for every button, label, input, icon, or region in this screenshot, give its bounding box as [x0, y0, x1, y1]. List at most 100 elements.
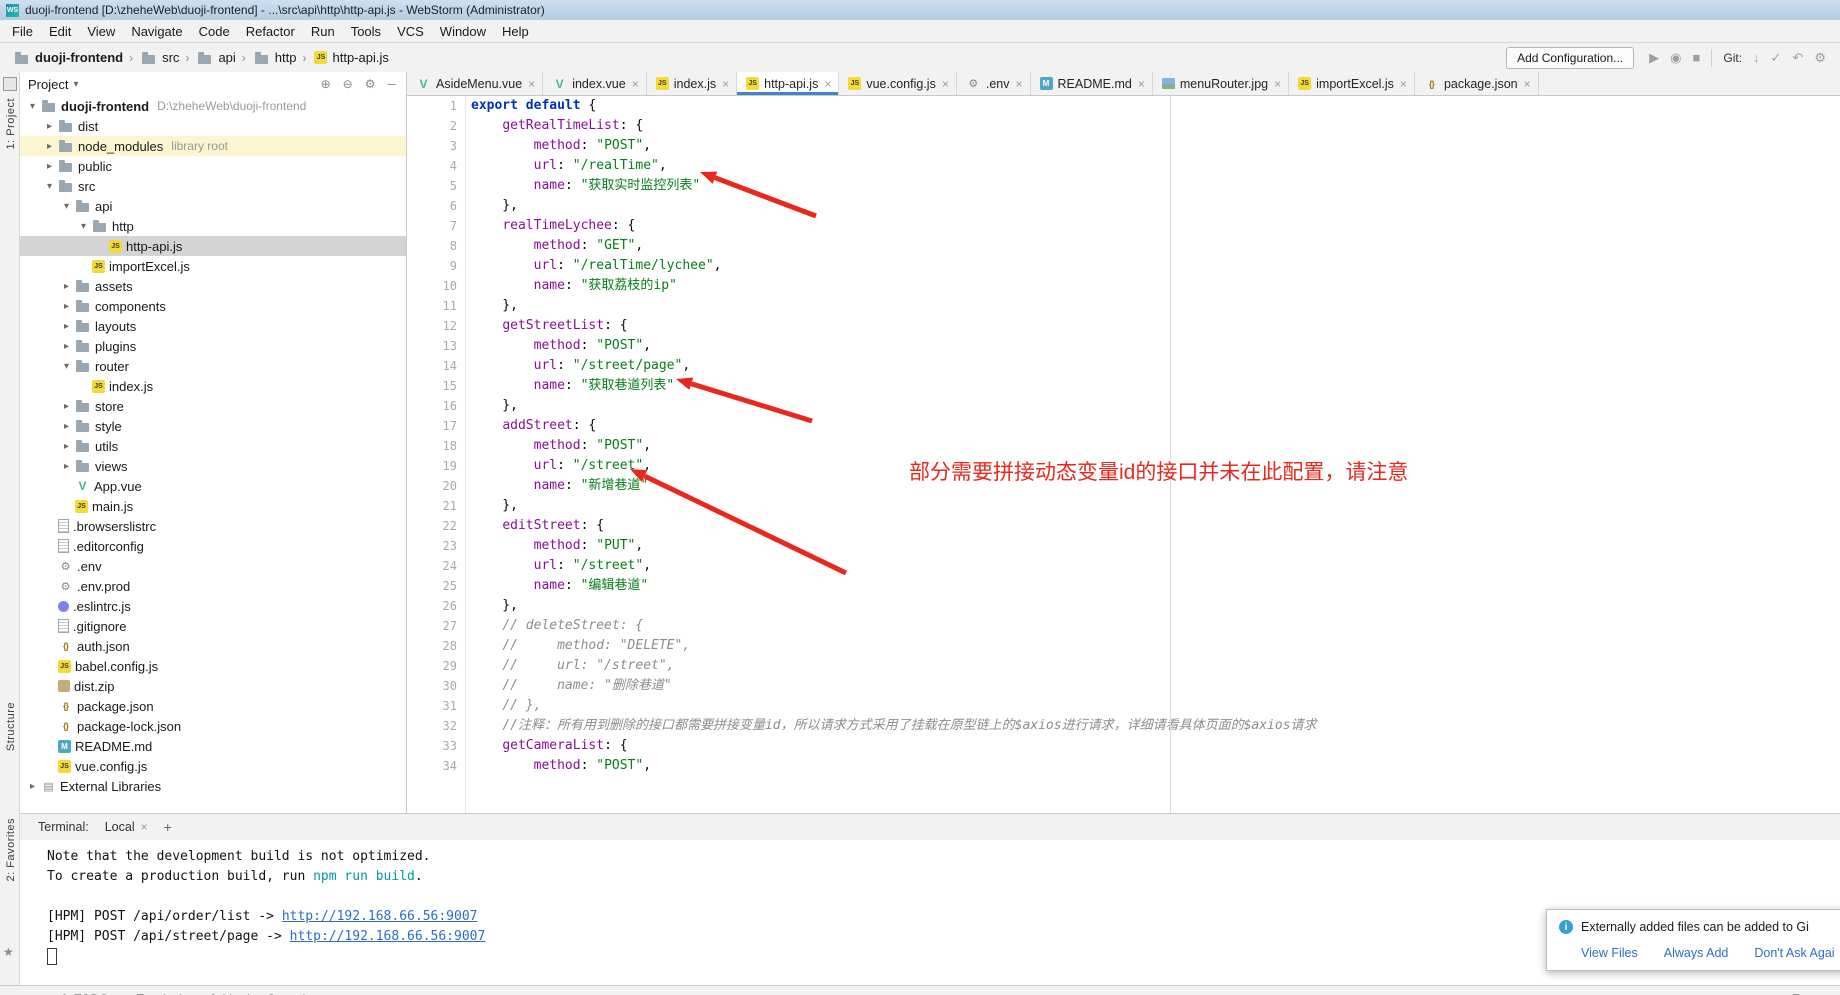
line-number[interactable]: 23	[407, 536, 457, 556]
tool-button-project[interactable]: 1: Project	[2, 98, 17, 149]
terminal-tab-local[interactable]: Local ×	[105, 820, 148, 834]
tree-item-src[interactable]: ▾src	[20, 176, 406, 196]
line-number[interactable]: 28	[407, 636, 457, 656]
tree-item-main.js[interactable]: JSmain.js	[20, 496, 406, 516]
tab-importExcel.js[interactable]: JSimportExcel.js×	[1289, 72, 1415, 95]
code-line[interactable]: url: "/realTime",	[471, 156, 1317, 176]
line-number[interactable]: 13	[407, 336, 457, 356]
menu-navigate[interactable]: Navigate	[123, 24, 190, 39]
tree-item-style[interactable]: ▸style	[20, 416, 406, 436]
tree-item-http[interactable]: ▾http	[20, 216, 406, 236]
breadcrumb-duoji-frontend[interactable]: duoji-frontend	[10, 50, 125, 65]
tree-item-importExcel.js[interactable]: JSimportExcel.js	[20, 256, 406, 276]
chevron-right-icon[interactable]: ▸	[60, 321, 73, 332]
tree-item-package-lock.json[interactable]: {}package-lock.json	[20, 716, 406, 736]
tree-item-auth.json[interactable]: {}auth.json	[20, 636, 406, 656]
line-number[interactable]: 32	[407, 716, 457, 736]
code-line[interactable]: method: "GET",	[471, 236, 1317, 256]
stop-icon[interactable]: ■	[1693, 50, 1701, 65]
code-line[interactable]: export default {	[471, 96, 1317, 116]
chevron-down-icon[interactable]: ▾	[73, 79, 78, 90]
close-tab-icon[interactable]: ×	[942, 77, 949, 91]
menu-window[interactable]: Window	[432, 24, 494, 39]
chevron-down-icon[interactable]: ▾	[77, 221, 90, 232]
tree-item-.eslintrc.js[interactable]: .eslintrc.js	[20, 596, 406, 616]
chevron-right-icon[interactable]: ▸	[43, 141, 56, 152]
menu-vcs[interactable]: VCS	[389, 24, 432, 39]
code-line[interactable]: },	[471, 596, 1317, 616]
line-number[interactable]: 6	[407, 196, 457, 216]
tool-button-structure[interactable]: Structure	[2, 702, 17, 751]
tab-http-api.js[interactable]: JShttp-api.js×	[737, 72, 839, 95]
line-number[interactable]: 33	[407, 736, 457, 756]
tree-item-babel.config.js[interactable]: JSbabel.config.js	[20, 656, 406, 676]
close-tab-icon[interactable]: ×	[1400, 77, 1407, 91]
code-line[interactable]: //注释：所有用到删除的接口都需要拼接变量id，所以请求方式采用了挂载在原型链上…	[471, 716, 1317, 736]
close-tab-icon[interactable]: ×	[1138, 77, 1145, 91]
chevron-right-icon[interactable]: ▸	[60, 301, 73, 312]
close-tab-icon[interactable]: ×	[528, 77, 535, 91]
tab-.env[interactable]: ⚙.env×	[957, 72, 1031, 95]
tab-vue.config.js[interactable]: JSvue.config.js×	[839, 72, 957, 95]
close-terminal-tab-icon[interactable]: ×	[141, 820, 148, 834]
tree-item-dist[interactable]: ▸dist	[20, 116, 406, 136]
line-number[interactable]: 25	[407, 576, 457, 596]
tree-item-package.json[interactable]: {}package.json	[20, 696, 406, 716]
favorites-star-icon[interactable]: ★	[3, 945, 14, 959]
line-number[interactable]: 4	[407, 156, 457, 176]
menu-refactor[interactable]: Refactor	[238, 24, 303, 39]
line-number[interactable]: 1	[407, 96, 457, 116]
code-line[interactable]: name: "获取荔枝的ip"	[471, 276, 1317, 296]
chevron-right-icon[interactable]: ▸	[60, 441, 73, 452]
code-line[interactable]: // method: "DELETE",	[471, 636, 1317, 656]
tree-item-index.js[interactable]: JSindex.js	[20, 376, 406, 396]
debug-icon[interactable]: ◉	[1670, 50, 1681, 66]
code-line[interactable]: },	[471, 196, 1317, 216]
tree-item-layouts[interactable]: ▸layouts	[20, 316, 406, 336]
tree-item-assets[interactable]: ▸assets	[20, 276, 406, 296]
code-line[interactable]: name: "获取实时监控列表"	[471, 176, 1317, 196]
code-line[interactable]: name: "获取巷道列表"	[471, 376, 1317, 396]
breadcrumb-api[interactable]: api	[193, 50, 237, 65]
code-line[interactable]: },	[471, 396, 1317, 416]
line-number[interactable]: 18	[407, 436, 457, 456]
menu-code[interactable]: Code	[191, 24, 238, 39]
code-line[interactable]: method: "POST",	[471, 136, 1317, 156]
code-line[interactable]: realTimeLychee: {	[471, 216, 1317, 236]
tab-index.vue[interactable]: Vindex.vue×	[543, 72, 647, 95]
chevron-right-icon[interactable]: ▸	[60, 401, 73, 412]
line-number[interactable]: 11	[407, 296, 457, 316]
tree-item-README.md[interactable]: MREADME.md	[20, 736, 406, 756]
panel-settings-icon[interactable]: ⚙	[365, 77, 376, 91]
line-number[interactable]: 19	[407, 456, 457, 476]
code-line[interactable]: editStreet: {	[471, 516, 1317, 536]
line-number[interactable]: 9	[407, 256, 457, 276]
tab-README.md[interactable]: MREADME.md×	[1031, 72, 1153, 95]
code-line[interactable]: url: "/street/page",	[471, 356, 1317, 376]
code-line[interactable]: // deleteStreet: {	[471, 616, 1317, 636]
line-number[interactable]: 20	[407, 476, 457, 496]
notification-action-always-add[interactable]: Always Add	[1664, 946, 1729, 960]
terminal-link[interactable]: http://192.168.66.56:9007	[290, 929, 486, 944]
code-line[interactable]: method: "PUT",	[471, 536, 1317, 556]
line-number[interactable]: 5	[407, 176, 457, 196]
git-update-icon[interactable]: ↓	[1753, 50, 1760, 65]
code-line[interactable]: },	[471, 296, 1317, 316]
tree-item-.env[interactable]: ⚙.env	[20, 556, 406, 576]
notification-action-don-t-ask-agai[interactable]: Don't Ask Agai	[1754, 946, 1834, 960]
tree-item-App.vue[interactable]: VApp.vue	[20, 476, 406, 496]
tree-item-api[interactable]: ▾api	[20, 196, 406, 216]
line-number[interactable]: 14	[407, 356, 457, 376]
breadcrumb-http-api.js[interactable]: JShttp-api.js	[310, 50, 390, 65]
line-number[interactable]: 7	[407, 216, 457, 236]
chevron-right-icon[interactable]: ▸	[60, 421, 73, 432]
line-number[interactable]: 24	[407, 556, 457, 576]
settings-gear-icon[interactable]: ⚙	[1814, 50, 1826, 66]
hide-panel-icon[interactable]: ─	[387, 77, 396, 91]
tree-item-.browserslistrc[interactable]: .browserslistrc	[20, 516, 406, 536]
tree-item-duoji-frontend[interactable]: ▾duoji-frontendD:\zheheWeb\duoji-fronten…	[20, 96, 406, 116]
line-number[interactable]: 12	[407, 316, 457, 336]
code-line[interactable]: method: "POST",	[471, 436, 1317, 456]
code-line[interactable]: url: "/street",	[471, 556, 1317, 576]
chevron-right-icon[interactable]: ▸	[60, 341, 73, 352]
